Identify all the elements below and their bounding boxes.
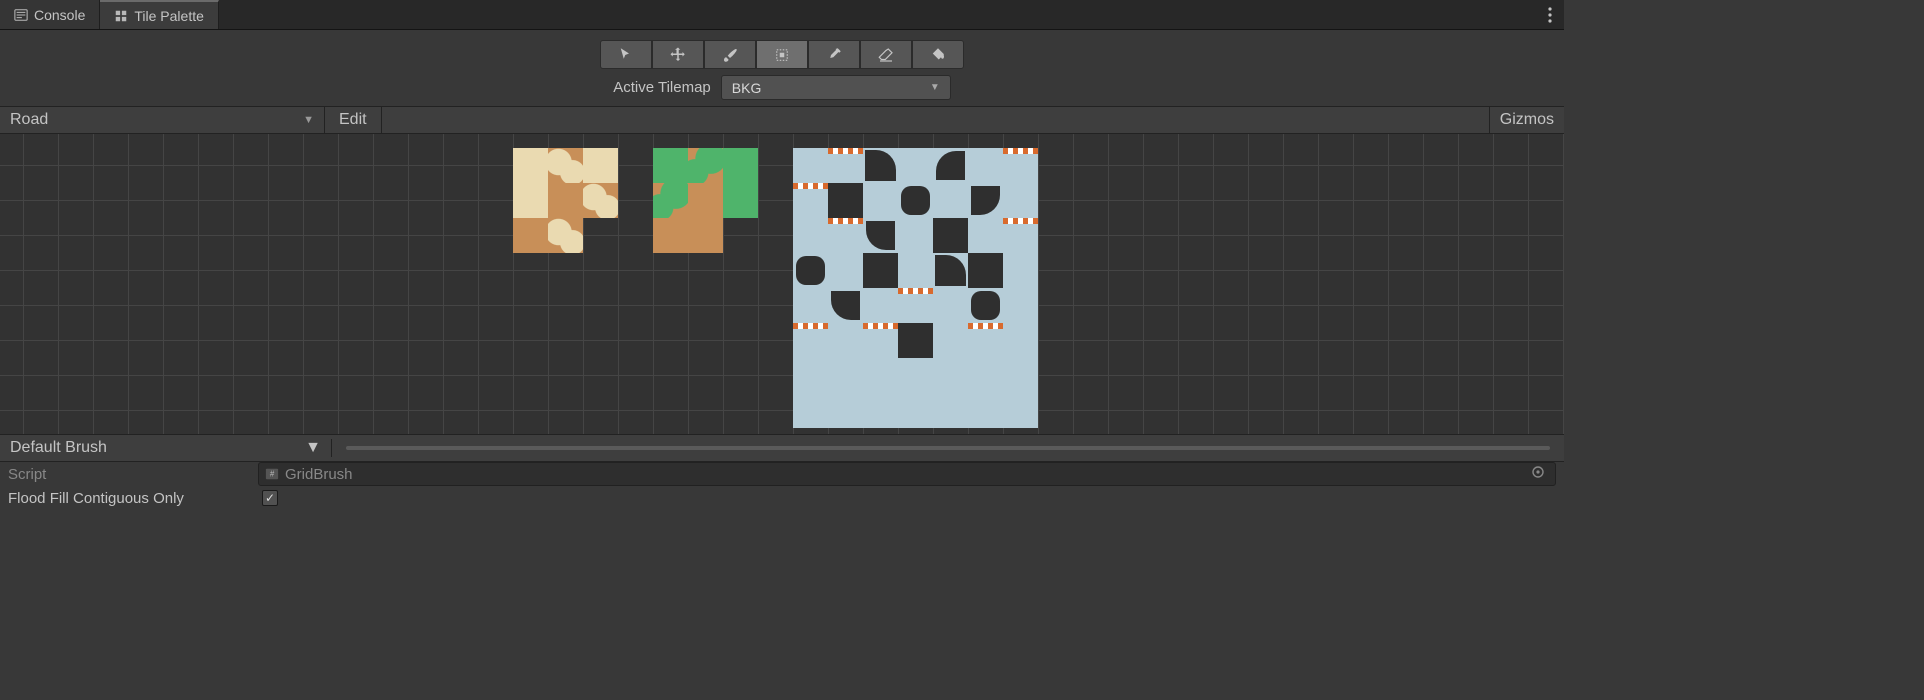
brush-bar: Default Brush ▼ [0, 434, 1564, 462]
palette-edit-button[interactable]: Edit [325, 107, 382, 133]
tab-tile-palette[interactable]: Tile Palette [100, 0, 219, 29]
tab-bar: Console Tile Palette [0, 0, 1564, 30]
chevron-down-icon: ▼ [930, 82, 940, 93]
tool-move[interactable] [652, 40, 704, 69]
tab-console[interactable]: Console [0, 0, 100, 29]
active-tilemap-row: Active Tilemap BKG ▼ [613, 75, 951, 100]
tool-select[interactable] [600, 40, 652, 69]
console-icon [14, 8, 28, 22]
inspector-flood-row: Flood Fill Contiguous Only ✓ [0, 486, 1564, 510]
csharp-icon: # [265, 467, 279, 481]
tab-tile-palette-label: Tile Palette [134, 8, 204, 24]
paint-tool-row [600, 40, 964, 69]
brush-zoom-slider[interactable] [332, 446, 1564, 450]
palette-selected-label: Road [10, 111, 48, 129]
slider-track [346, 446, 1550, 450]
flood-fill-checkbox[interactable]: ✓ [262, 490, 278, 506]
tool-brush[interactable] [704, 40, 756, 69]
tool-box-fill[interactable] [756, 40, 808, 69]
script-label: Script [8, 466, 258, 483]
inspector-script-row: Script # GridBrush [0, 462, 1564, 486]
panel-menu-button[interactable] [1536, 0, 1564, 29]
brush-selected-label: Default Brush [10, 439, 107, 457]
svg-text:#: # [270, 470, 275, 479]
palette-edit-label: Edit [339, 111, 367, 129]
active-tilemap-dropdown[interactable]: BKG ▼ [721, 75, 951, 100]
chevron-down-icon: ▼ [303, 114, 314, 126]
tab-console-label: Console [34, 7, 85, 23]
tool-erase[interactable] [860, 40, 912, 69]
paint-toolbar-area: Active Tilemap BKG ▼ [0, 30, 1564, 106]
object-picker-icon[interactable] [1527, 465, 1549, 483]
tile-grid [0, 134, 1564, 434]
flood-fill-label: Flood Fill Contiguous Only [8, 490, 258, 507]
script-value: GridBrush [285, 466, 353, 483]
active-tilemap-label: Active Tilemap [613, 79, 711, 96]
tool-flood-fill[interactable] [912, 40, 964, 69]
palette-dropdown[interactable]: Road ▼ [0, 107, 325, 133]
palette-header: Road ▼ Edit Gizmos [0, 106, 1564, 134]
tool-picker[interactable] [808, 40, 860, 69]
script-field[interactable]: # GridBrush [258, 462, 1556, 486]
gizmos-label: Gizmos [1500, 111, 1554, 129]
brush-dropdown[interactable]: Default Brush ▼ [0, 439, 332, 457]
chevron-down-icon: ▼ [305, 439, 321, 457]
tile-canvas[interactable] [0, 134, 1564, 434]
gizmos-toggle[interactable]: Gizmos [1489, 107, 1564, 133]
tile-palette-icon [114, 9, 128, 23]
active-tilemap-value: BKG [732, 80, 762, 96]
